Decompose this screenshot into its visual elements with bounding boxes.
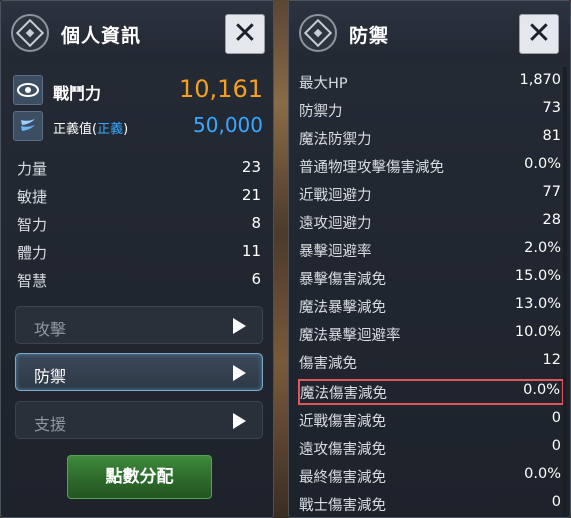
attack-tab-button[interactable]: 攻擊 (15, 306, 263, 344)
stat-value: 0 (551, 410, 561, 426)
stat-label: 力量 (17, 160, 48, 178)
combat-power-value: 10,161 (179, 75, 263, 103)
stat-label: 近戰迴避力 (299, 188, 372, 204)
stat-value: 0 (551, 494, 561, 510)
stat-value: 23 (241, 158, 261, 176)
list-item: 最大HP 1,870 (299, 69, 563, 95)
tab-label: 防禦 (34, 367, 67, 386)
list-item: 魔法防禦力 81 (299, 125, 563, 151)
stat-value: 81 (542, 128, 561, 144)
list-item: 魔法暴擊迴避率 10.0% (299, 321, 563, 347)
defense-tab-button[interactable]: 防禦 (15, 353, 263, 391)
stat-label: 魔法傷害減免 (300, 386, 387, 402)
panel-title: 個人資訊 (61, 25, 142, 47)
tab-label: 攻擊 (34, 320, 67, 339)
eye-icon (13, 75, 43, 105)
stat-value: 28 (542, 212, 561, 228)
stat-value: 1,870 (519, 72, 561, 88)
stat-label: 智慧 (17, 272, 48, 290)
list-item: 最終傷害減免 0.0% (299, 463, 563, 489)
stat-label: 戰士傷害減免 (299, 498, 386, 514)
stat-label: 最終傷害減免 (299, 470, 386, 486)
stat-value: 8 (251, 214, 261, 232)
stat-value: 0.0% (524, 466, 561, 482)
stat-value: 0.0% (523, 382, 560, 398)
arrow-right-icon (233, 413, 246, 429)
justice-value: 50,000 (193, 113, 263, 137)
emblem-icon (11, 14, 49, 52)
stat-value: 73 (542, 100, 561, 116)
stat-label: 近戰傷害減免 (299, 414, 386, 430)
stat-label: 魔法防禦力 (299, 132, 372, 148)
stat-label: 體力 (17, 244, 48, 262)
combat-power-label: 戰鬥力 (53, 84, 102, 103)
stat-value: 10.0% (514, 324, 561, 340)
stat-label: 暴擊傷害減免 (299, 272, 386, 288)
list-item: 暴擊迴避率 2.0% (299, 237, 563, 263)
list-item: 近戰迴避力 77 (299, 181, 563, 207)
highlighted-list-item: 魔法傷害減免 0.0% (298, 379, 564, 405)
defense-panel: 防禦 ✕ 最大HP 1,870 防禦力 73 魔法防禦力 81 普通物理攻擊傷害減免 0… (288, 0, 571, 518)
stat-label: 最大HP (299, 76, 348, 92)
stat-label: 魔法暴擊迴避率 (299, 328, 401, 344)
stat-value: 15.0% (514, 268, 561, 284)
wing-icon (13, 111, 43, 141)
list-item: 傷害減免 12 (299, 349, 563, 375)
stat-value: 11 (241, 242, 261, 260)
stat-value: 13.0% (514, 296, 561, 312)
stat-row: 體力 11 (17, 242, 261, 266)
stat-value: 77 (542, 184, 561, 200)
stat-row: 智慧 6 (17, 270, 261, 294)
arrow-right-icon (233, 365, 246, 381)
allocate-points-button[interactable]: 點數分配 (67, 455, 212, 499)
stat-label: 普通物理攻擊傷害減免 (299, 160, 444, 176)
combat-power-row: 戰鬥力 10,161 (13, 73, 263, 107)
justice-row: 正義值(正義) 50,000 (13, 109, 263, 143)
list-item: 遠攻傷害減免 0 (299, 435, 563, 461)
panel-title: 防禦 (349, 25, 390, 47)
personal-info-panel: 個人資訊 ✕ 戰鬥力 10,161 正義值(正義) 50,000 力量 23 敏… (0, 0, 274, 518)
stat-row: 力量 23 (17, 158, 261, 182)
close-button[interactable]: ✕ (519, 14, 559, 54)
stat-label: 傷害減免 (299, 356, 357, 372)
list-item: 普通物理攻擊傷害減免 0.0% (299, 153, 563, 179)
justice-tag: 正義 (97, 122, 124, 137)
stat-value: 6 (251, 270, 261, 288)
stat-label: 敏捷 (17, 188, 48, 206)
list-item: 防禦力 73 (299, 97, 563, 123)
scrollbar[interactable] (563, 67, 567, 517)
panel-header: 防禦 ✕ (289, 1, 570, 63)
stat-value: 0.0% (524, 156, 561, 172)
stat-value: 21 (241, 186, 261, 204)
panel-header: 個人資訊 ✕ (1, 1, 273, 63)
list-item: 魔法暴擊減免 13.0% (299, 293, 563, 319)
list-item: 近戰傷害減免 0 (299, 407, 563, 433)
tab-label: 支援 (34, 415, 67, 434)
stat-label: 魔法暴擊減免 (299, 300, 386, 316)
justice-label: 正義值(正義) (53, 122, 129, 137)
support-tab-button[interactable]: 支援 (15, 401, 263, 439)
stat-label: 暴擊迴避率 (299, 244, 372, 260)
stat-row: 智力 8 (17, 214, 261, 238)
stat-label: 智力 (17, 216, 48, 234)
list-item: 戰士傷害減免 0 (299, 491, 563, 517)
stat-row: 敏捷 21 (17, 186, 261, 210)
stat-label: 遠攻迴避力 (299, 216, 372, 232)
defense-stats-list[interactable]: 最大HP 1,870 防禦力 73 魔法防禦力 81 普通物理攻擊傷害減免 0.0% 近… (289, 67, 571, 518)
arrow-right-icon (233, 318, 246, 334)
list-item: 遠攻迴避力 28 (299, 209, 563, 235)
stat-label: 防禦力 (299, 104, 343, 120)
list-item: 暴擊傷害減免 15.0% (299, 265, 563, 291)
close-button[interactable]: ✕ (225, 14, 265, 54)
stat-value: 2.0% (524, 240, 561, 256)
stat-value: 0 (551, 438, 561, 454)
stat-value: 12 (542, 352, 561, 368)
stat-label: 遠攻傷害減免 (299, 442, 386, 458)
emblem-icon (299, 14, 337, 52)
